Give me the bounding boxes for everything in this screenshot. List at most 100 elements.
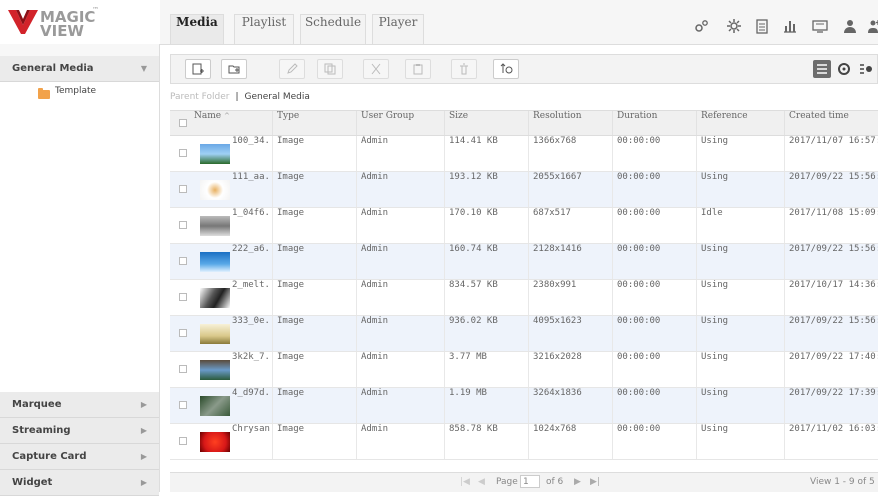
folder-tree: Template: [0, 82, 159, 392]
cell-res: 2128x1416: [528, 244, 612, 279]
tab-playlist[interactable]: Playlist: [234, 14, 294, 44]
table-row[interactable]: Chrysan...ImageAdmin858.78 KB1024x76800:…: [170, 424, 878, 460]
monitor-icon[interactable]: [812, 18, 828, 34]
bar-chart-icon[interactable]: [782, 18, 798, 34]
send-to-playlist-button[interactable]: [493, 59, 519, 79]
cell-res: 3264x1836: [528, 388, 612, 423]
table-row[interactable]: 100_34...ImageAdmin114.41 KB1366x76800:0…: [170, 136, 878, 172]
clipboard-icon[interactable]: [754, 18, 770, 34]
column-header-type[interactable]: Type: [272, 111, 356, 135]
sidebar-item-streaming[interactable]: Streaming ▶: [0, 418, 159, 444]
sidebar-item-capture-card[interactable]: Capture Card ▶: [0, 444, 159, 470]
list-view-button[interactable]: [813, 60, 831, 78]
cell-time: 2017/09/22 17:39:...: [784, 388, 878, 423]
cell-dur: 00:00:00: [612, 136, 696, 171]
cell-ref: Using: [696, 280, 784, 315]
column-header-reference[interactable]: Reference: [696, 111, 784, 135]
cell-ref: Using: [696, 424, 784, 459]
user-add-icon[interactable]: [866, 18, 878, 34]
cell-type: Image: [272, 316, 356, 351]
media-thumbnail: [200, 252, 230, 272]
user-icon[interactable]: [842, 18, 858, 34]
cell-dur: 00:00:00: [612, 316, 696, 351]
first-page-icon[interactable]: |◀: [460, 477, 470, 487]
media-thumbnail: [200, 324, 230, 344]
tab-player[interactable]: Player: [372, 14, 424, 44]
row-checkbox[interactable]: [179, 185, 187, 193]
row-checkbox[interactable]: [179, 365, 187, 373]
edit-icon: [287, 63, 298, 74]
paste-button[interactable]: [405, 59, 431, 79]
prev-page-icon[interactable]: ◀: [478, 477, 485, 487]
cell-ref: Idle: [696, 208, 784, 243]
cell-name: Chrysan...: [232, 424, 272, 434]
delete-button[interactable]: [451, 59, 477, 79]
cell-dur: 00:00:00: [612, 208, 696, 243]
media-thumbnail: [200, 432, 230, 452]
cell-ref: Using: [696, 244, 784, 279]
table-row[interactable]: 2_melt...ImageAdmin834.57 KB2380x99100:0…: [170, 280, 878, 316]
settings-gears-icon[interactable]: [694, 18, 710, 34]
chevron-down-icon: ▼: [140, 64, 147, 73]
list-view-icon: [817, 64, 827, 74]
breadcrumb-parent[interactable]: Parent Folder: [170, 92, 229, 102]
edit-button[interactable]: [279, 59, 305, 79]
cell-res: 1024x768: [528, 424, 612, 459]
cell-dur: 00:00:00: [612, 172, 696, 207]
row-checkbox[interactable]: [179, 293, 187, 301]
cell-res: 1366x768: [528, 136, 612, 171]
tab-media[interactable]: Media: [170, 14, 224, 44]
chevron-right-icon: ▶: [140, 400, 147, 409]
row-checkbox[interactable]: [179, 221, 187, 229]
logo: MAGIC ™ VIEW: [0, 0, 160, 45]
column-header-duration[interactable]: Duration: [612, 111, 696, 135]
sidebar-item-marquee[interactable]: Marquee ▶: [0, 392, 159, 418]
table-row[interactable]: 3k2k_7...ImageAdmin3.77 MB3216x202800:00…: [170, 352, 878, 388]
table-row[interactable]: 1_04f6...ImageAdmin170.10 KB687x51700:00…: [170, 208, 878, 244]
next-page-icon[interactable]: ▶: [574, 477, 581, 487]
cell-dur: 00:00:00: [612, 424, 696, 459]
column-header-user-group[interactable]: User Group: [356, 111, 444, 135]
add-file-button[interactable]: [185, 59, 211, 79]
row-checkbox[interactable]: [179, 401, 187, 409]
folder-icon: [38, 88, 50, 99]
table-row[interactable]: 222_a6...ImageAdmin160.74 KB2128x141600:…: [170, 244, 878, 280]
table-row[interactable]: 111_aa...ImageAdmin193.12 KB2055x166700:…: [170, 172, 878, 208]
last-page-icon[interactable]: ▶|: [590, 477, 600, 487]
media-thumbnail: [200, 180, 230, 200]
tab-schedule[interactable]: Schedule: [300, 14, 366, 44]
add-folder-button[interactable]: [221, 59, 247, 79]
cell-size: 858.78 KB: [444, 424, 528, 459]
row-checkbox[interactable]: [179, 149, 187, 157]
cut-icon: [371, 63, 381, 75]
gear-icon[interactable]: [726, 18, 742, 34]
row-checkbox[interactable]: [179, 329, 187, 337]
table-header: Name ^ Type User Group Size Resolution D…: [170, 110, 878, 136]
column-header-name[interactable]: Name ^: [190, 111, 272, 135]
cell-type: Image: [272, 208, 356, 243]
media-toolbar: [170, 54, 878, 84]
tree-item-template[interactable]: Template: [55, 86, 96, 96]
select-all-checkbox[interactable]: [179, 119, 187, 127]
cell-time: 2017/11/07 16:57:...: [784, 136, 878, 171]
send-to-playlist-icon: [500, 63, 513, 74]
column-header-size[interactable]: Size: [444, 111, 528, 135]
table-row[interactable]: 4_d97d...ImageAdmin1.19 MB3264x183600:00…: [170, 388, 878, 424]
sidebar-item-general-media[interactable]: General Media ▼: [0, 56, 159, 82]
tab-media-label: Media: [176, 15, 218, 29]
copy-button[interactable]: [317, 59, 343, 79]
cell-time: 2017/09/22 15:56:...: [784, 172, 878, 207]
column-header-created-time[interactable]: Created time: [784, 111, 878, 135]
search-button[interactable]: [835, 60, 853, 78]
media-thumbnail: [200, 360, 230, 380]
table-row[interactable]: 333_0e...ImageAdmin936.02 KB4095x162300:…: [170, 316, 878, 352]
grid-view-button[interactable]: [857, 60, 875, 78]
page-number-input[interactable]: 1: [520, 475, 540, 488]
chevron-right-icon: ▶: [140, 426, 147, 435]
cut-button[interactable]: [363, 59, 389, 79]
cell-name: 3k2k_7...: [232, 352, 272, 362]
row-checkbox[interactable]: [179, 437, 187, 445]
sidebar-item-widget[interactable]: Widget ▶: [0, 470, 159, 496]
column-header-resolution[interactable]: Resolution: [528, 111, 612, 135]
row-checkbox[interactable]: [179, 257, 187, 265]
